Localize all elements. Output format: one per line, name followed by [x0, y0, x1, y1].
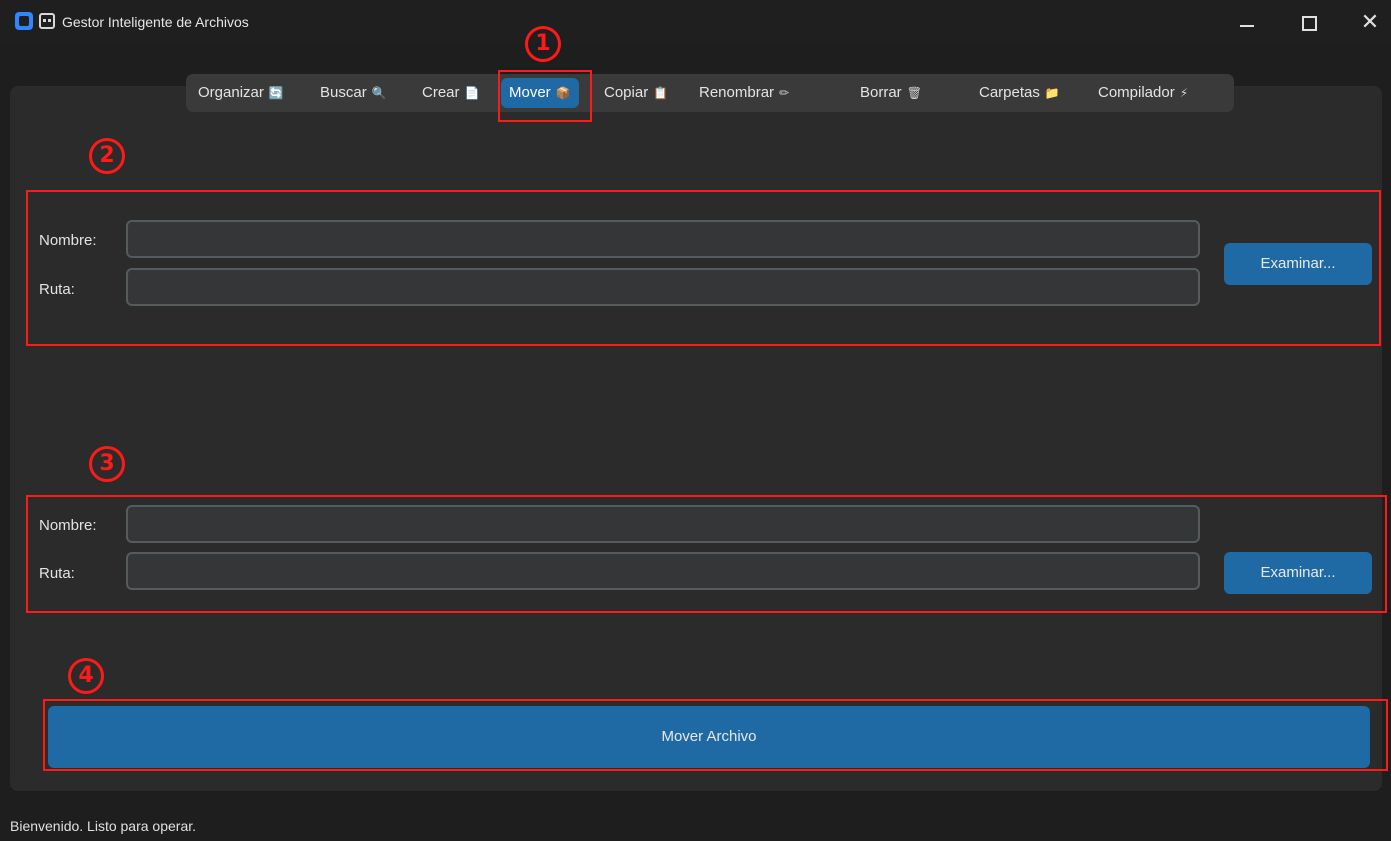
tab-borrar[interactable]: Borrar 🗑 [852, 78, 930, 108]
tab-copiar[interactable]: Copiar 📋 [596, 78, 676, 108]
document-icon: 📄 [464, 86, 480, 100]
organize-icon: 🔄 [268, 86, 284, 100]
tab-label: Borrar [860, 84, 902, 101]
minimize-button[interactable] [1228, 8, 1264, 36]
clipboard-icon: 📋 [653, 86, 669, 100]
tab-label: Buscar [320, 84, 367, 101]
tab-organizar[interactable]: Organizar 🔄 [190, 78, 292, 108]
origin-name-label: Nombre: [39, 232, 97, 249]
annotation-number-2: 2 [89, 138, 125, 174]
tab-label: Copiar [604, 84, 649, 101]
search-icon: 🔍 [371, 86, 387, 100]
window-title: Gestor Inteligente de Archivos [62, 14, 249, 30]
origin-name-field[interactable] [126, 220, 1200, 258]
tab-label: Crear [422, 84, 460, 101]
annotation-number-3: 3 [89, 446, 125, 482]
move-file-button[interactable]: Mover Archivo [48, 706, 1370, 768]
status-text: Bienvenido. Listo para operar. [10, 818, 197, 834]
origin-path-field[interactable] [126, 268, 1200, 306]
destination-path-field[interactable] [126, 552, 1200, 590]
folder-icon: 📁 [1044, 86, 1060, 100]
origin-path-label: Ruta: [39, 281, 75, 298]
pencil-icon: ✏ [779, 86, 790, 100]
tab-crear[interactable]: Crear 📄 [414, 78, 487, 108]
tab-bar: Organizar 🔄 Buscar 🔍 Crear 📄 Mover 📦 Copiar 📋… [186, 74, 1234, 112]
tab-buscar[interactable]: Buscar 🔍 [312, 78, 395, 108]
tab-label: Carpetas [979, 84, 1040, 101]
title-bar: Gestor Inteligente de Archivos ✕ [0, 0, 1391, 44]
destination-name-label: Nombre: [39, 517, 97, 534]
trash-icon: 🗑 [906, 86, 922, 100]
close-button[interactable]: ✕ [1352, 8, 1388, 36]
destination-path-label: Ruta: [39, 565, 75, 582]
tab-compilador[interactable]: Compilador ⚡ [1090, 78, 1196, 108]
destination-browse-button[interactable]: Examinar... [1224, 552, 1372, 594]
annotation-number-1: 1 [525, 26, 561, 62]
annotation-number-4: 4 [68, 658, 104, 694]
lightning-icon: ⚡ [1179, 86, 1189, 100]
tab-label: Renombrar [699, 84, 775, 101]
tab-label: Organizar [198, 84, 264, 101]
tab-renombrar[interactable]: Renombrar ✏ [691, 78, 797, 108]
destination-name-field[interactable] [126, 505, 1200, 543]
annotation-box-1 [498, 70, 592, 122]
maximize-button[interactable] [1290, 8, 1326, 36]
origin-browse-button[interactable]: Examinar... [1224, 243, 1372, 285]
tab-carpetas[interactable]: Carpetas 📁 [971, 78, 1068, 108]
robot-icon [39, 13, 55, 29]
tab-label: Compilador [1098, 84, 1175, 101]
app-logo-icon [15, 12, 33, 30]
